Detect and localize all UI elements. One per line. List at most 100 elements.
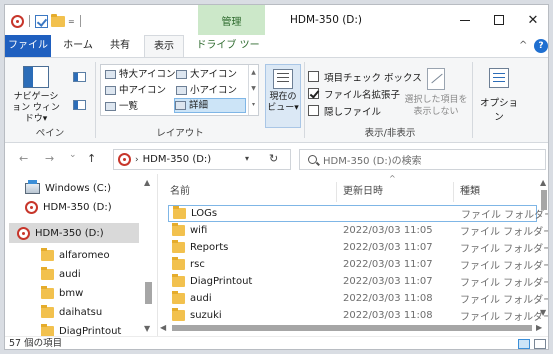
refresh-button[interactable]: ↻ [269,152,278,165]
column-header-name[interactable]: 名前 [170,180,190,204]
scroll-up-icon[interactable]: ▲ [144,178,150,187]
folder-icon [41,247,54,261]
layout-list[interactable]: 一覧 [105,99,138,114]
scroll-right-icon[interactable]: ▶ [536,323,542,332]
layout-group-label: レイアウト [156,128,204,139]
layout-gallery: 特大アイコン 大アイコン 中アイコン 小アイコン 一覧 詳細 ▲ ▼ ▾ [100,64,259,116]
tab-home[interactable]: ホーム [63,35,93,57]
navigation-pane-button[interactable]: ナビゲーション ウィンドウ▾ [11,66,61,125]
file-name: wifi [190,225,208,236]
scroll-down-icon[interactable]: ▼ [144,324,150,333]
show-hide-group-label: 表示/非表示 [364,128,416,139]
scroll-thumb[interactable] [172,325,532,331]
options-button[interactable]: オプション [477,68,521,123]
file-date: 2022/03/03 11:07 [343,259,433,270]
options-icon [489,68,509,88]
checkbox-label: 隠しファイル [324,106,382,118]
tab-view[interactable]: 表示 [144,35,184,58]
checkbox[interactable] [308,105,319,116]
layout-extra-large-icons[interactable]: 特大アイコン [105,67,176,82]
table-row[interactable]: audi 2022/03/03 11:08 ファイル フォルダー [168,290,548,307]
layout-gallery-scroll[interactable]: ▲ ▼ ▾ [248,65,258,115]
up-button[interactable]: ↑ [87,152,96,165]
layout-medium-icons[interactable]: 中アイコン [105,83,166,98]
tab-share[interactable]: 共有 [105,35,135,57]
minimize-icon [460,19,470,21]
file-name: rsc [190,259,205,270]
options-label: オプション [479,98,518,123]
forward-button[interactable]: → [45,152,54,165]
layout-large-icons[interactable]: 大アイコン [176,67,237,82]
column-header-modified[interactable]: 更新日時 [343,180,383,204]
manage-context-tab[interactable]: 管理 [198,5,265,35]
checkbox[interactable] [308,71,319,82]
scroll-left-icon[interactable]: ◀ [160,323,166,332]
help-icon[interactable]: ? [534,39,548,53]
nav-item-audi[interactable]: audi [41,264,139,284]
file-name: suzuki [190,310,222,321]
quick-access-dropdown[interactable]: = [68,17,75,26]
details-view-icon[interactable] [518,339,530,349]
file-name-cell: Reports [172,240,228,253]
breadcrumb-current[interactable]: HDM-350 (D:) [143,154,212,165]
close-button[interactable]: ✕ [516,5,548,35]
table-row[interactable]: rsc 2022/03/03 11:07 ファイル フォルダー [168,256,548,273]
address-bar[interactable]: › HDM-350 (D:) [113,149,291,170]
collapse-ribbon-icon[interactable]: ^ [519,40,527,51]
back-button[interactable]: ← [19,152,28,165]
table-row[interactable]: Reports 2022/03/03 11:07 ファイル フォルダー [168,239,548,256]
folder-icon [41,323,54,337]
nav-item-hdm350-selected[interactable]: HDM-350 (D:) [9,223,139,243]
scroll-thumb[interactable] [541,190,547,210]
file-name-cell: DiagPrintout [172,274,252,287]
item-count: 57 個の項目 [9,338,63,349]
preview-pane-icon[interactable] [73,72,86,82]
table-row[interactable]: LOGs ファイル フォルダー [168,205,548,222]
file-list-horizontal-scrollbar[interactable]: ◀ ▶ [158,322,548,334]
table-row[interactable]: wifi 2022/03/03 11:05 ファイル フォルダー [168,222,548,239]
maximize-button[interactable] [482,5,516,35]
tab-drive-tools[interactable]: ドライブ ツール [195,35,261,73]
current-view-button[interactable]: 現在の ビュー▾ [265,64,301,128]
breadcrumb-separator-icon[interactable]: › [135,155,139,165]
scroll-down-icon[interactable]: ▼ [540,308,546,317]
column-header-type[interactable]: 種類 [460,180,480,204]
scroll-thumb[interactable] [145,282,152,304]
table-row[interactable]: DiagPrintout 2022/03/03 11:07 ファイル フォルダー [168,273,548,290]
nav-item-windows-c[interactable]: Windows (C:) [25,178,137,198]
tab-file[interactable]: ファイル [5,35,51,57]
quick-access-toolbar: = [11,13,83,29]
nav-item-daihatsu[interactable]: daihatsu [41,302,139,322]
nav-item-alfaromeo[interactable]: alfaromeo [41,245,139,265]
layout-label: 中アイコン [119,85,167,96]
navigation-pane-label: ナビゲーション ウィンドウ▾ [12,92,60,124]
file-date: 2022/03/03 11:08 [343,310,433,321]
nav-item-label: HDM-350 (D:) [35,227,104,239]
nav-item-bmw[interactable]: bmw [41,283,139,303]
nav-item-hdm350[interactable]: HDM-350 (D:) [25,197,137,217]
column-divider[interactable] [336,182,337,202]
hide-selected-button[interactable]: 選択した項目を 表示しない [403,68,469,118]
details-pane-icon[interactable] [73,100,86,110]
column-divider[interactable] [453,182,454,202]
minimize-button[interactable] [448,5,482,35]
file-name-cell: audi [172,291,212,304]
folder-icon [172,257,185,270]
layout-details[interactable]: 詳細 [174,98,246,113]
new-folder-icon[interactable] [51,13,65,27]
nav-pane-scrollbar[interactable]: ▲ ▼ [141,174,155,336]
recent-locations-button[interactable]: ⌄ [69,150,77,160]
checkbox-checked[interactable] [308,88,319,99]
properties-check-icon[interactable] [35,14,48,28]
search-box[interactable]: HDM-350 (D:)の検索 [299,149,546,170]
scroll-up-icon[interactable]: ▲ [540,178,546,187]
file-list-vertical-scrollbar[interactable]: ▲ ▼ [538,178,548,320]
layout-small-icons[interactable]: 小アイコン [176,83,237,98]
details-icon [175,101,186,110]
layout-label: 小アイコン [190,85,238,96]
address-history-dropdown[interactable]: ▾ [245,154,249,163]
hide-selected-icon [427,68,445,90]
search-icon [308,155,317,164]
ribbon: ナビゲーション ウィンドウ▾ ペイン 特大アイコン 大アイコン 中アイコン 小ア… [5,57,548,143]
large-icons-view-icon[interactable] [534,339,546,349]
